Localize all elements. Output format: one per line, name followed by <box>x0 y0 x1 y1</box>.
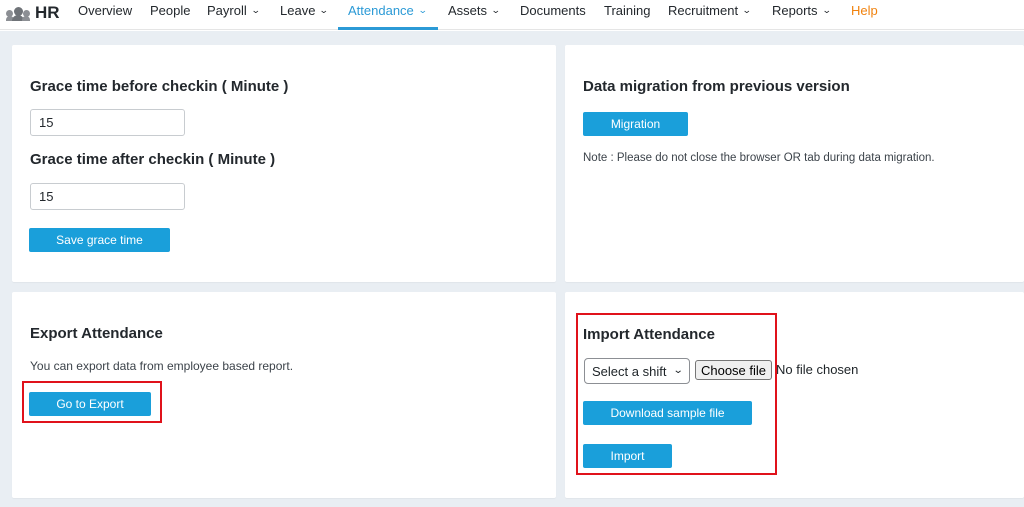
chevron-down-icon: ⌄ <box>821 4 832 15</box>
nav-reports[interactable]: Reports ⌄ <box>772 0 832 20</box>
brand-name: HR <box>35 3 60 22</box>
chevron-down-icon: ⌄ <box>417 4 428 15</box>
grace-time-card: Grace time before checkin ( Minute ) Gra… <box>12 45 556 282</box>
save-grace-time-button[interactable]: Save grace time <box>29 228 170 252</box>
top-navigation: HR Overview People Payroll ⌄ Leave ⌄ Atten… <box>0 0 1024 30</box>
active-tab-indicator <box>338 27 438 30</box>
nav-assets[interactable]: Assets ⌄ <box>448 0 501 20</box>
nav-overview[interactable]: Overview <box>78 0 132 20</box>
nav-help[interactable]: Help <box>851 0 878 20</box>
migration-note: Note : Please do not close the browser O… <box>583 152 935 164</box>
chevron-down-icon: ⌄ <box>319 4 330 15</box>
grace-before-input[interactable] <box>30 109 185 136</box>
grace-before-title: Grace time before checkin ( Minute ) <box>30 78 289 95</box>
content-area: Grace time before checkin ( Minute ) Gra… <box>0 31 1024 507</box>
import-highlight-box <box>576 313 777 475</box>
chevron-down-icon: ⌄ <box>741 4 752 15</box>
no-file-chosen-text: No file chosen <box>776 362 859 377</box>
migration-card: Data migration from previous version Mig… <box>565 45 1024 282</box>
grace-after-title: Grace time after checkin ( Minute ) <box>30 151 276 168</box>
migration-button[interactable]: Migration <box>583 112 688 136</box>
people-icon <box>6 5 30 21</box>
migration-title: Data migration from previous version <box>583 78 850 95</box>
grace-after-input[interactable] <box>30 183 185 210</box>
brand[interactable]: HR <box>6 2 60 24</box>
nav-documents[interactable]: Documents <box>520 0 586 20</box>
nav-leave[interactable]: Leave ⌄ <box>280 0 330 20</box>
nav-training[interactable]: Training <box>604 0 650 20</box>
export-highlight-box <box>22 381 162 423</box>
nav-attendance[interactable]: Attendance ⌄ <box>348 0 428 20</box>
export-description: You can export data from employee based … <box>30 359 294 373</box>
nav-people[interactable]: People <box>150 0 190 20</box>
nav-payroll[interactable]: Payroll ⌄ <box>207 0 261 20</box>
chevron-down-icon: ⌄ <box>250 4 261 15</box>
chevron-down-icon: ⌄ <box>490 4 501 15</box>
export-title: Export Attendance <box>30 325 163 342</box>
nav-recruitment[interactable]: Recruitment ⌄ <box>668 0 752 20</box>
